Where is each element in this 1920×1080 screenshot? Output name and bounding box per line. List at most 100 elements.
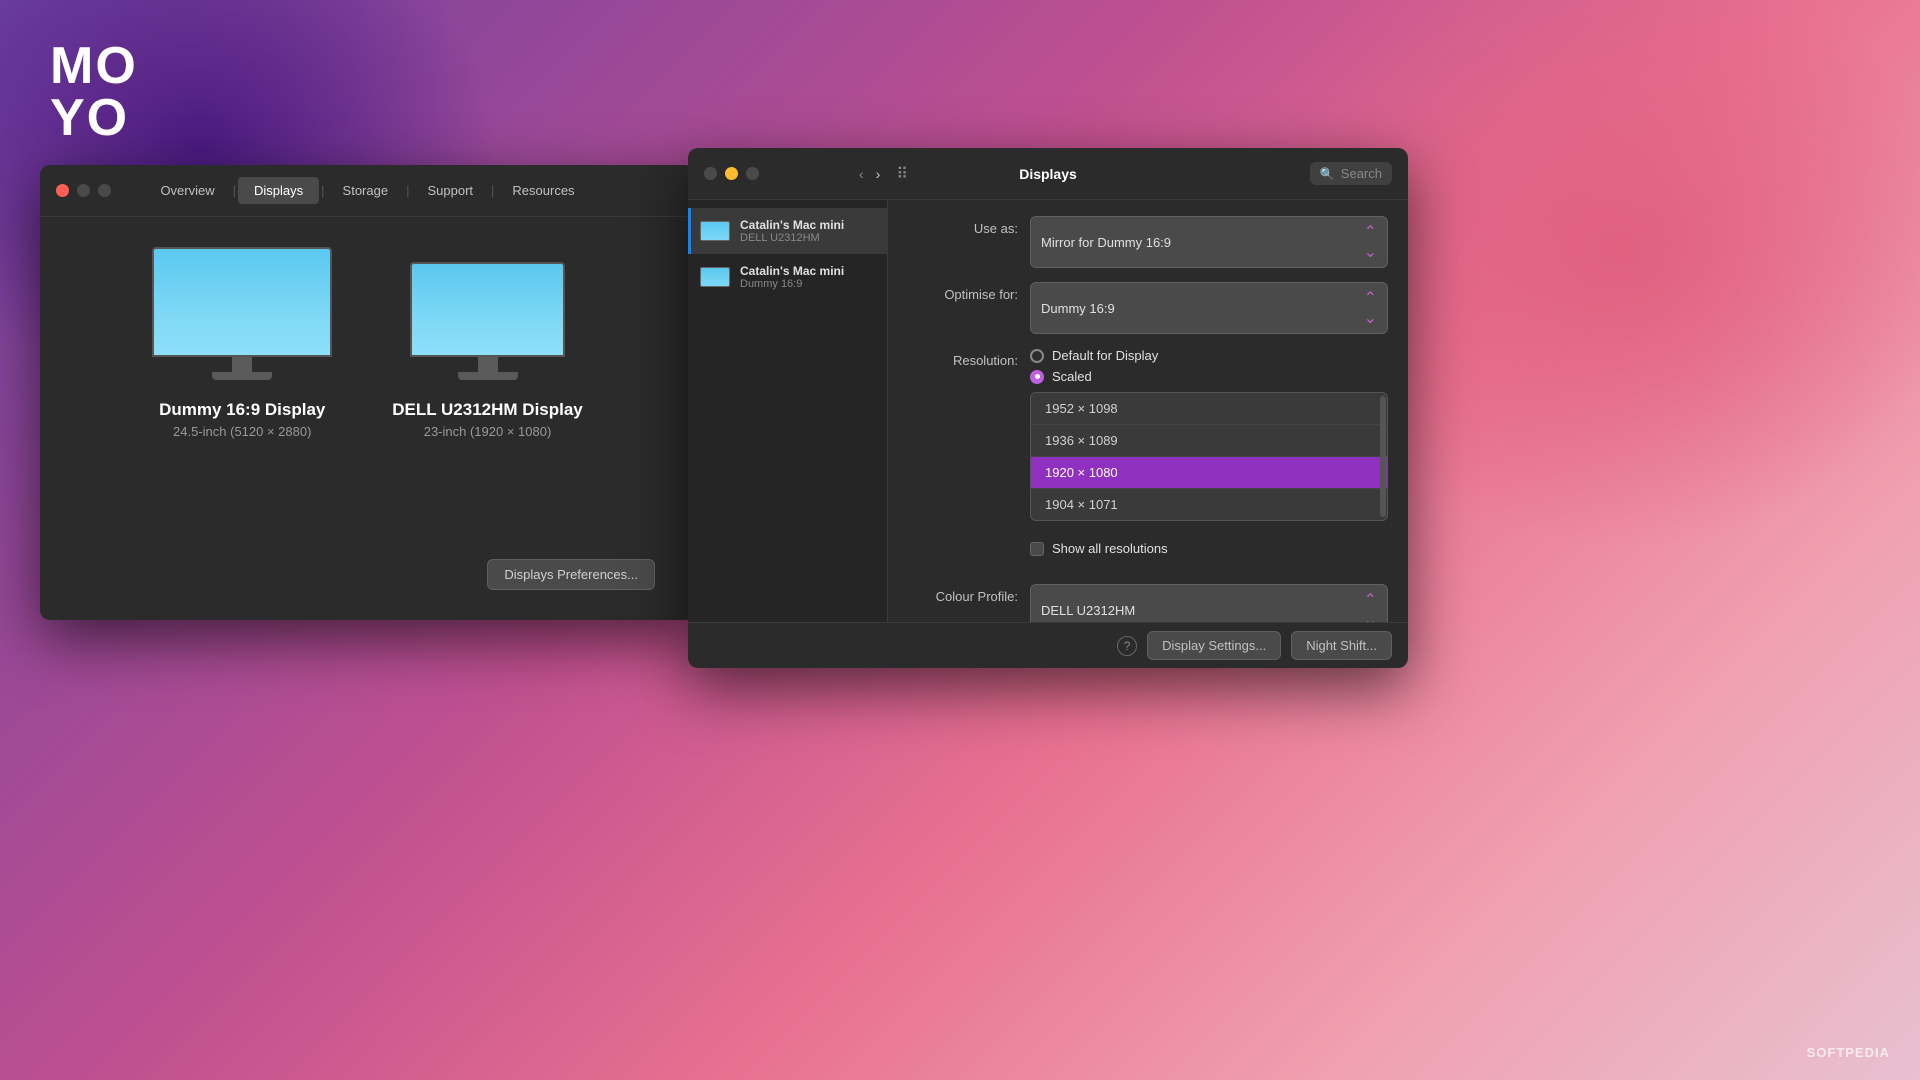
sidebar-display-icon-dell bbox=[700, 221, 730, 241]
show-all-checkbox-row[interactable]: Show all resolutions bbox=[1030, 541, 1388, 556]
colour-profile-arrow: ⌃⌄ bbox=[1364, 590, 1377, 622]
outer-footer: ? Display Settings... Night Shift... bbox=[688, 622, 1408, 668]
softpedia-watermark: SOFTPEDIA bbox=[1807, 1045, 1890, 1060]
system-info-window: Overview | Displays | Storage | Support … bbox=[40, 165, 695, 620]
outer-help-button[interactable]: ? bbox=[1117, 636, 1137, 656]
fullscreen-button-left[interactable] bbox=[98, 184, 111, 197]
use-as-value: Mirror for Dummy 16:9 bbox=[1041, 235, 1171, 250]
radio-label-scaled: Scaled bbox=[1052, 369, 1092, 384]
monitor-base-dummy bbox=[212, 372, 272, 380]
displays-preferences-button[interactable]: Displays Preferences... bbox=[487, 559, 655, 590]
tab-overview[interactable]: Overview bbox=[144, 177, 230, 204]
tab-storage[interactable]: Storage bbox=[327, 177, 405, 204]
sidebar-display-sub-dummy: Dummy 16:9 bbox=[740, 278, 875, 290]
sidebar-display-text-dell: Catalin's Mac mini DELL U2312HM bbox=[740, 218, 875, 244]
radio-default[interactable]: Default for Display bbox=[1030, 348, 1388, 363]
search-icon: 🔍 bbox=[1320, 167, 1335, 181]
tab-bar: Overview | Displays | Storage | Support … bbox=[144, 177, 590, 204]
use-as-label: Use as: bbox=[908, 216, 1018, 236]
sidebar-item-dell[interactable]: Catalin's Mac mini DELL U2312HM bbox=[688, 208, 887, 254]
minimize-button-left[interactable] bbox=[77, 184, 90, 197]
monitor-label-dell: DELL U2312HM Display bbox=[392, 400, 583, 420]
monitor-screen-dummy bbox=[152, 247, 332, 357]
displays-sidebar: Catalin's Mac mini DELL U2312HM Catalin'… bbox=[688, 200, 888, 622]
monitor-neck-dell bbox=[478, 357, 498, 372]
display-settings-button[interactable]: Display Settings... bbox=[1147, 631, 1281, 660]
resolution-label: Resolution: bbox=[908, 348, 1018, 368]
monitor-item-dell: DELL U2312HM Display 23-inch (1920 × 108… bbox=[392, 262, 583, 439]
resolution-item-1904[interactable]: 1904 × 1071 bbox=[1031, 489, 1387, 520]
window-title: Displays bbox=[1019, 166, 1077, 182]
monitor-base-dell bbox=[458, 372, 518, 380]
optimise-for-control: Dummy 16:9 ⌃⌄ bbox=[1030, 282, 1388, 334]
show-all-checkbox[interactable] bbox=[1030, 542, 1044, 556]
monitor-screen-dell bbox=[410, 262, 565, 357]
sidebar-display-name-dell: Catalin's Mac mini bbox=[740, 218, 875, 232]
colour-profile-value: DELL U2312HM bbox=[1041, 603, 1135, 618]
colour-profile-row: Colour Profile: DELL U2312HM ⌃⌄ bbox=[908, 584, 1388, 622]
radio-circle-scaled bbox=[1030, 370, 1044, 384]
show-all-row: Show all resolutions bbox=[908, 535, 1388, 570]
resolution-item-1920[interactable]: 1920 × 1080 bbox=[1031, 457, 1387, 489]
back-arrow[interactable]: ‹ bbox=[855, 164, 868, 184]
forward-arrow[interactable]: › bbox=[872, 164, 885, 184]
night-shift-button[interactable]: Night Shift... bbox=[1291, 631, 1392, 660]
optimise-for-value: Dummy 16:9 bbox=[1041, 301, 1115, 316]
use-as-arrow: ⌃⌄ bbox=[1364, 222, 1377, 262]
resolution-item-1936[interactable]: 1936 × 1089 bbox=[1031, 425, 1387, 457]
right-window-main: Catalin's Mac mini DELL U2312HM Catalin'… bbox=[688, 200, 1408, 622]
optimise-for-row: Optimise for: Dummy 16:9 ⌃⌄ bbox=[908, 282, 1388, 334]
displays-content: Dummy 16:9 Display 24.5-inch (5120 × 288… bbox=[40, 217, 695, 620]
use-as-control: Mirror for Dummy 16:9 ⌃⌄ bbox=[1030, 216, 1388, 268]
resolution-list-wrapper: 1952 × 1098 1936 × 1089 1920 × 1080 1904… bbox=[1030, 392, 1388, 521]
monitor-label-dummy: Dummy 16:9 Display bbox=[159, 400, 325, 420]
tab-displays[interactable]: Displays bbox=[238, 177, 319, 204]
radio-label-default: Default for Display bbox=[1052, 348, 1158, 363]
resolution-list: 1952 × 1098 1936 × 1089 1920 × 1080 1904… bbox=[1030, 392, 1388, 521]
sidebar-item-dummy[interactable]: Catalin's Mac mini Dummy 16:9 bbox=[688, 254, 887, 300]
left-titlebar: Overview | Displays | Storage | Support … bbox=[40, 165, 695, 217]
colour-profile-label: Colour Profile: bbox=[908, 584, 1018, 604]
search-placeholder: Search bbox=[1341, 166, 1382, 181]
monitor-stand-dummy bbox=[212, 357, 272, 380]
optimise-for-dropdown[interactable]: Dummy 16:9 ⌃⌄ bbox=[1030, 282, 1388, 334]
monitor-item-dummy: Dummy 16:9 Display 24.5-inch (5120 × 288… bbox=[152, 247, 332, 439]
traffic-lights-right bbox=[688, 153, 775, 194]
fullscreen-button-right[interactable] bbox=[746, 167, 759, 180]
close-button-left[interactable] bbox=[56, 184, 69, 197]
resolution-item-1952[interactable]: 1952 × 1098 bbox=[1031, 393, 1387, 425]
use-as-row: Use as: Mirror for Dummy 16:9 ⌃⌄ bbox=[908, 216, 1388, 268]
resolution-control: Default for Display Scaled 1952 × 1098 bbox=[1030, 348, 1388, 521]
radio-circle-default bbox=[1030, 349, 1044, 363]
nav-arrows: ‹ › bbox=[855, 164, 884, 184]
use-as-dropdown[interactable]: Mirror for Dummy 16:9 ⌃⌄ bbox=[1030, 216, 1388, 268]
colour-profile-dropdown[interactable]: DELL U2312HM ⌃⌄ bbox=[1030, 584, 1388, 622]
tab-support[interactable]: Support bbox=[411, 177, 489, 204]
monitor-stand-dell bbox=[458, 357, 518, 380]
tab-resources[interactable]: Resources bbox=[496, 177, 590, 204]
show-all-spacer bbox=[908, 535, 1018, 540]
displays-preferences-window: ‹ › ⠿ Displays 🔍 Search Catalin's Mac mi… bbox=[688, 148, 1408, 668]
colour-profile-control: DELL U2312HM ⌃⌄ bbox=[1030, 584, 1388, 622]
right-titlebar: ‹ › ⠿ Displays 🔍 Search bbox=[688, 148, 1408, 200]
monitor-sublabel-dell: 23-inch (1920 × 1080) bbox=[424, 424, 552, 439]
optimise-for-label: Optimise for: bbox=[908, 282, 1018, 302]
optimise-for-arrow: ⌃⌄ bbox=[1364, 288, 1377, 328]
sidebar-display-text-dummy: Catalin's Mac mini Dummy 16:9 bbox=[740, 264, 875, 290]
close-button-right[interactable] bbox=[704, 167, 717, 180]
search-box[interactable]: 🔍 Search bbox=[1310, 162, 1392, 185]
settings-panel: Use as: Mirror for Dummy 16:9 ⌃⌄ Optimis… bbox=[888, 200, 1408, 622]
sidebar-display-icon-dummy bbox=[700, 267, 730, 287]
resolution-radio-group: Default for Display Scaled bbox=[1030, 348, 1388, 384]
monitor-row: Dummy 16:9 Display 24.5-inch (5120 × 288… bbox=[152, 247, 583, 439]
radio-scaled[interactable]: Scaled bbox=[1030, 369, 1388, 384]
monitor-neck-dummy bbox=[232, 357, 252, 372]
show-all-control: Show all resolutions bbox=[1030, 535, 1388, 570]
active-indicator bbox=[688, 208, 691, 254]
resolution-row: Resolution: Default for Display Scaled bbox=[908, 348, 1388, 521]
moyo-logo: MO YO bbox=[50, 40, 138, 144]
grid-icon[interactable]: ⠿ bbox=[896, 164, 908, 184]
minimize-button-right[interactable] bbox=[725, 167, 738, 180]
resolution-scrollbar[interactable] bbox=[1380, 396, 1386, 517]
monitor-sublabel-dummy: 24.5-inch (5120 × 2880) bbox=[173, 424, 311, 439]
